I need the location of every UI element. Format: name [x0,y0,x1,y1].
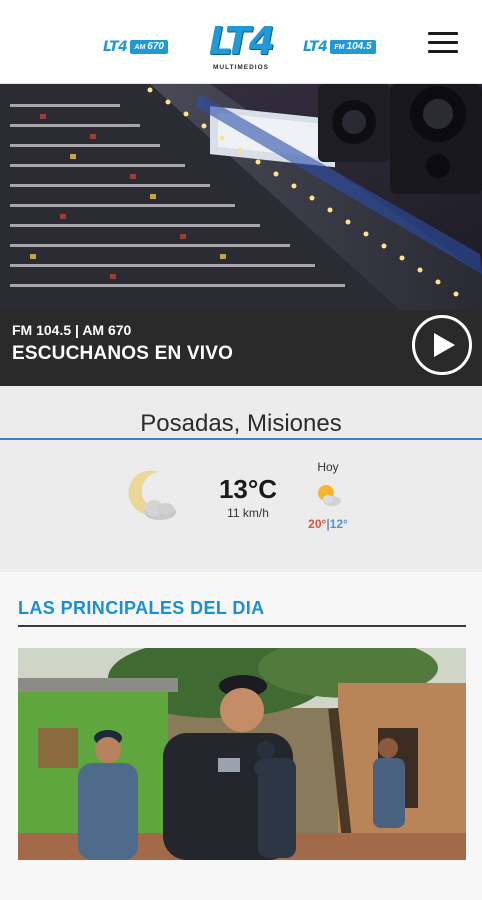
am-badge-band: AM [134,44,146,51]
am-badge-frequency: AM 670 [130,40,168,54]
news-photo[interactable] [18,648,466,860]
section-divider [18,625,466,627]
bottom-spacer [0,860,482,900]
studio-console-image [0,84,482,310]
weather-divider [0,438,482,440]
current-temperature: 13°C [218,474,278,504]
live-title: ESCUCHANOS EN VIVO [12,343,234,364]
logo-mark: LT4 [208,19,275,63]
am-badge-brand: LT4 [103,39,128,55]
fm-badge-freq-value: 104.5 [346,41,372,52]
wind-speed: 11 km/h [227,506,269,520]
forecast-min: 12° [329,517,348,531]
play-button[interactable] [412,315,472,375]
am-badge-freq-value: 670 [147,41,164,52]
moon-cloud-icon [128,470,176,520]
fm-station-badge[interactable]: LT4 FM 104.5 [303,39,376,55]
fm-badge-frequency: FM 104.5 [330,40,376,54]
sun-cloud-icon [318,485,341,506]
am-station-badge[interactable]: LT4 AM 670 [103,39,168,55]
fm-badge-brand: LT4 [303,39,328,55]
play-icon [434,333,455,357]
live-radio-bar[interactable]: FM 104.5 | AM 670 ESCUCHANOS EN VIVO [0,310,482,386]
forecast-max: 20° [308,517,327,531]
live-frequencies: FM 104.5 | AM 670 [12,322,132,338]
forecast-temperatures: 20°|12° [298,517,358,531]
logo-subtitle: MULTIMEDIOS [212,64,269,71]
app-screen: LT4 AM670 LT4 MULTIMEDIOS LT4 FM104.5 [0,0,482,900]
app-header: LT4 AM 670 LT4 MULTIMEDIOS LT4 FM 104.5 [0,0,482,84]
hamburger-menu-icon[interactable] [428,32,458,56]
lt4-logo[interactable]: LT4 MULTIMEDIOS [208,19,275,78]
weather-city: Posadas, Misiones [140,410,342,437]
fm-badge-band: FM [334,44,345,51]
section-title: LAS PRINCIPALES DEL DIA [18,598,265,618]
forecast-today-label: Hoy [317,460,339,474]
